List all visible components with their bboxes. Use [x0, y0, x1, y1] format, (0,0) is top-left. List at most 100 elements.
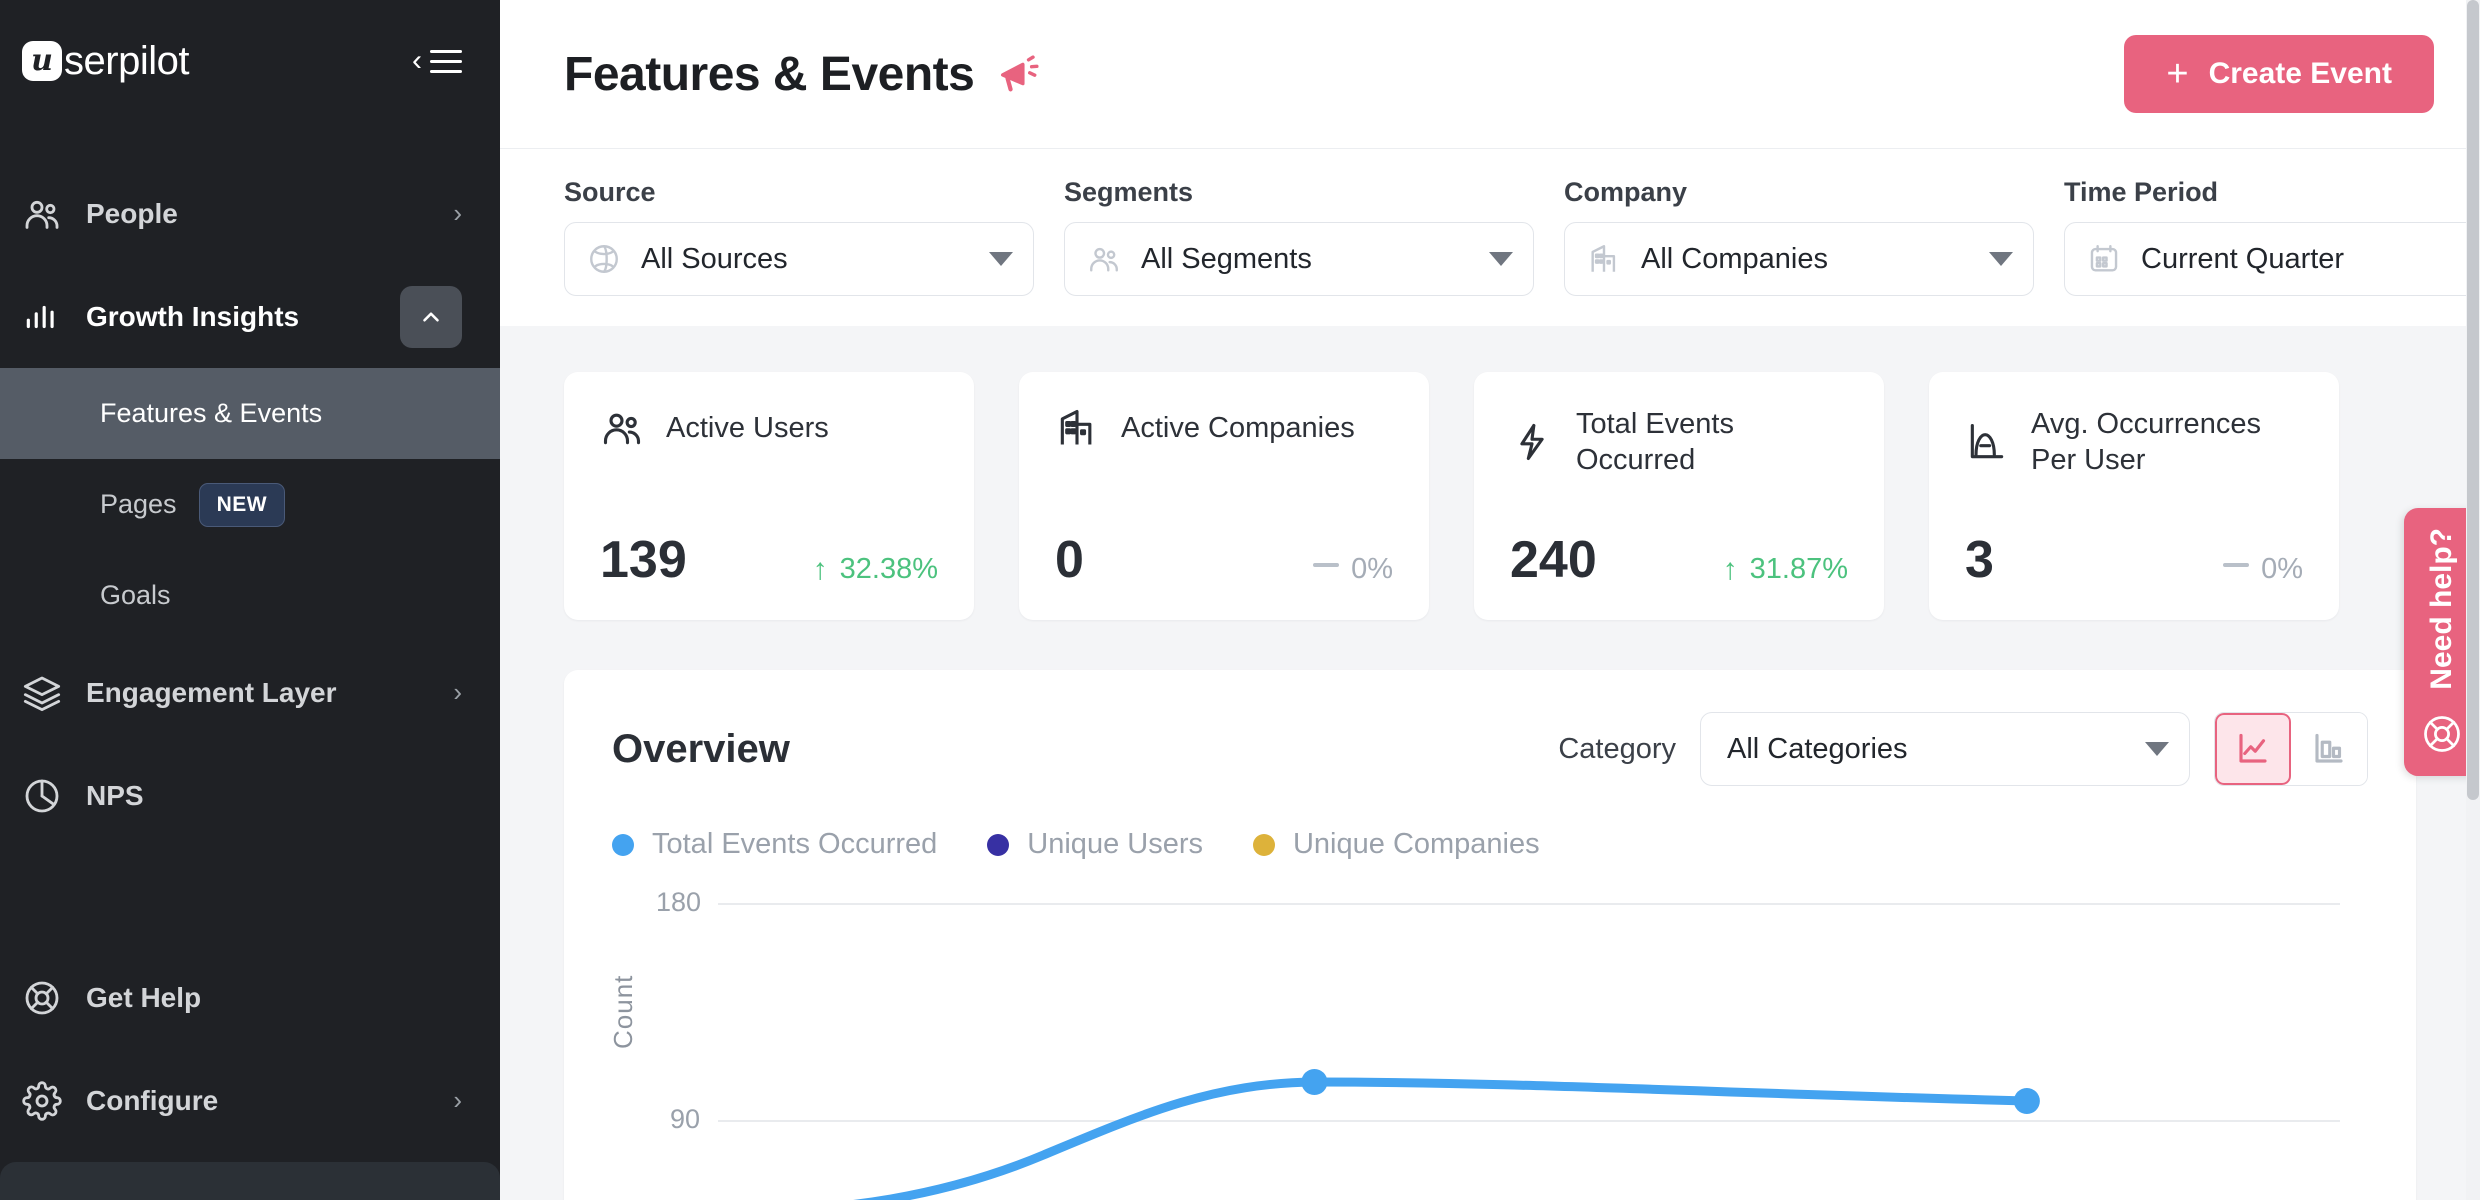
filter-label-company: Company [1564, 177, 1688, 207]
filter-select-segments[interactable]: All Segments [1064, 222, 1534, 296]
filter-time-period: Time Period Current Quarter [2064, 177, 2480, 296]
bolt-icon [1510, 420, 1554, 464]
legend-dot-unique-companies [1252, 833, 1275, 856]
sidebar-header: u serpilot ‹ [0, 0, 500, 122]
plus-icon: + [2166, 53, 2189, 95]
main-content: Features & Events + Create Event Source [500, 0, 2480, 1200]
arrow-up-icon-total-events: ↑ [1722, 552, 1738, 586]
sidebar-item-engagement-layer[interactable]: Engagement Layer › [0, 641, 500, 744]
kpi-card-active-users: Active Users 139 ↑ 32.38% [564, 372, 974, 620]
data-point-2[interactable] [1301, 1069, 1328, 1095]
kpi-delta-active-companies: 0% [1313, 553, 1393, 586]
legend-item-total-events[interactable]: Total Events Occurred [612, 828, 937, 861]
need-help-label: Need help? [2425, 528, 2458, 690]
chevron-left-icon[interactable]: ‹ [412, 46, 422, 76]
sidebar: u serpilot ‹ People › Growth Insights Fe… [0, 0, 500, 1200]
growth-insights-collapse-button[interactable] [400, 285, 462, 348]
hamburger-icon[interactable] [430, 49, 462, 73]
sidebar-subitem-features-events[interactable]: Features & Events [0, 368, 500, 459]
kpi-title-total-events: Total Events Occurred [1576, 408, 1734, 477]
chevron-down-icon-segments[interactable] [1489, 252, 1513, 266]
building-icon-kpi [1055, 406, 1099, 450]
megaphone-icon [996, 51, 1042, 97]
page-scrollbar[interactable] [2466, 0, 2480, 1200]
data-point-3[interactable] [2013, 1088, 2040, 1114]
filter-select-source[interactable]: All Sources [564, 222, 1034, 296]
kpi-foot-active-users: 139 ↑ 32.38% [600, 534, 938, 586]
series-line-total-events [853, 1077, 2032, 1200]
filter-label-time-period: Time Period [2064, 177, 2219, 207]
gear-icon [22, 1080, 86, 1121]
chevron-down-icon-source[interactable] [989, 252, 1013, 266]
sidebar-subitem-pages[interactable]: Pages NEW [0, 459, 500, 550]
kpi-card-active-companies: Active Companies 0 0% [1019, 372, 1429, 620]
filter-select-company[interactable]: All Companies [1564, 222, 2034, 296]
line-chart-svg [853, 1069, 2040, 1200]
kpi-delta-avg-occurrences: 0% [2223, 553, 2303, 586]
globe-icon [587, 242, 621, 276]
legend-item-unique-users[interactable]: Unique Users [987, 828, 1203, 861]
legend-item-unique-companies[interactable]: Unique Companies [1252, 828, 1540, 861]
kpi-delta-value-active-users: 32.38% [839, 553, 938, 585]
overview-controls: Category All Categories [1558, 712, 2368, 786]
bar-chart-icon [22, 298, 86, 336]
lifebuoy-icon [22, 978, 86, 1018]
people-icon [22, 194, 86, 234]
userpilot-logo[interactable]: u serpilot [22, 39, 189, 84]
page-title: Features & Events [564, 47, 975, 101]
kpi-card-total-events: Total Events Occurred 240 ↑ 31.87% [1474, 372, 1884, 620]
filter-source: Source All Sources [564, 177, 1034, 296]
kpi-foot-avg-occurrences: 3 0% [1965, 534, 2303, 586]
kpi-foot-total-events: 240 ↑ 31.87% [1510, 534, 1848, 586]
category-select[interactable]: All Categories [1700, 712, 2190, 786]
chart-plot-area: Count 180 90 [608, 887, 2368, 1200]
sidebar-item-people[interactable]: People › [0, 162, 500, 265]
line-chart-toggle-button[interactable] [2215, 713, 2291, 785]
filter-value-time-period: Current Quarter [2141, 242, 2345, 275]
legend-label-total-events: Total Events Occurred [652, 828, 938, 860]
category-label: Category [1558, 732, 1676, 765]
sidebar-footer-strip [0, 1162, 500, 1200]
sidebar-footer-nav: Get Help Configure › [0, 946, 500, 1162]
legend-label-unique-users: Unique Users [1027, 828, 1203, 860]
sidebar-collapse-toggle[interactable]: ‹ [412, 46, 462, 76]
filter-value-company: All Companies [1641, 242, 1828, 275]
filter-value-segments: All Segments [1141, 242, 1312, 275]
legend-dot-unique-users [987, 833, 1010, 856]
sidebar-item-label-nps: NPS [86, 779, 144, 811]
kpi-cards: Active Users 139 ↑ 32.38% Active Compani… [500, 326, 2480, 620]
sidebar-item-growth-insights[interactable]: Growth Insights [0, 265, 500, 368]
legend-label-unique-companies: Unique Companies [1292, 828, 1540, 860]
sidebar-subitem-goals[interactable]: Goals [0, 550, 500, 641]
chevron-right-icon-configure: › [453, 1085, 462, 1115]
building-icon [1587, 242, 1621, 276]
dash-icon-active-companies [1313, 562, 1340, 567]
page-scrollbar-thumb[interactable] [2467, 0, 2479, 800]
overview-header: Overview Category All Categories [612, 712, 2368, 786]
page-title-wrap: Features & Events [564, 47, 1042, 102]
kpi-delta-value-avg-occurrences: 0% [2261, 553, 2303, 585]
overview-title: Overview [612, 726, 790, 771]
arrow-up-icon-active-users: ↑ [812, 552, 828, 586]
kpi-value-active-users: 139 [600, 531, 687, 589]
filter-bar: Source All Sources Segments All Segments… [500, 148, 2480, 326]
create-event-button[interactable]: + Create Event [2124, 35, 2434, 113]
chevron-down-icon-company[interactable] [1989, 252, 2013, 266]
filter-select-time-period[interactable]: Current Quarter [2064, 222, 2480, 296]
sidebar-item-configure[interactable]: Configure › [0, 1049, 500, 1152]
bar-chart-toggle-button[interactable] [2291, 713, 2367, 785]
kpi-value-total-events: 240 [1510, 531, 1597, 589]
chevron-down-icon-category[interactable] [2145, 742, 2169, 756]
distribution-icon [1965, 420, 2009, 464]
logo-text: serpilot [64, 38, 189, 83]
pages-new-badge: NEW [198, 482, 286, 527]
kpi-value-avg-occurrences: 3 [1965, 531, 1994, 589]
overview-panel: Overview Category All Categories Total E… [564, 670, 2416, 1200]
sidebar-subitem-label-features-events: Features & Events [100, 398, 323, 428]
kpi-delta-total-events: ↑ 31.87% [1723, 553, 1848, 586]
logo-mark: u [22, 41, 62, 81]
sidebar-item-nps[interactable]: NPS [0, 744, 500, 847]
sidebar-item-get-help[interactable]: Get Help [0, 946, 500, 1049]
filter-value-source: All Sources [641, 242, 788, 275]
filter-segments: Segments All Segments [1064, 177, 1534, 296]
